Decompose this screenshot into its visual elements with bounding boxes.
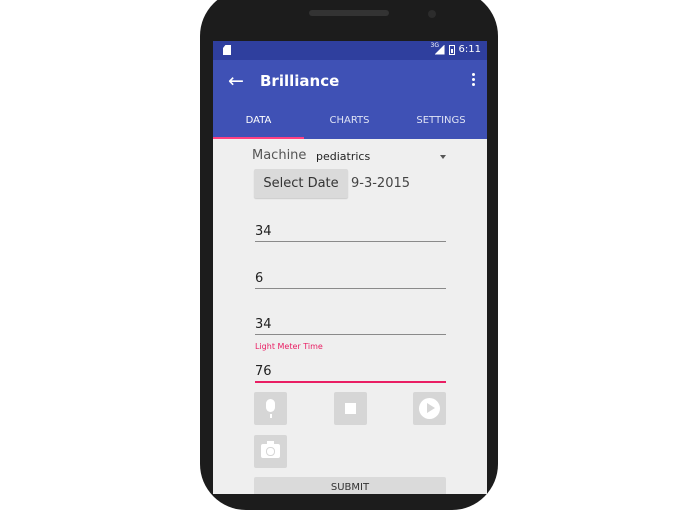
light-meter-time-hint: Light Meter Time [255, 342, 323, 351]
speaker-grille [309, 10, 389, 16]
dropdown-arrow-icon [440, 155, 446, 159]
more-vert-icon[interactable] [467, 71, 479, 91]
network-type: 3G [430, 41, 439, 49]
input-field-1-value: 34 [255, 224, 272, 239]
submit-button[interactable]: SUBMIT [254, 477, 446, 494]
input-field-2-value: 6 [255, 271, 264, 286]
select-date-button[interactable]: Select Date [254, 169, 348, 198]
input-field-3[interactable]: 34 [255, 316, 446, 335]
play-icon [419, 398, 440, 419]
input-field-3-value: 34 [255, 317, 272, 332]
status-bar: 3G 6:11 [213, 41, 487, 60]
front-camera [428, 10, 436, 18]
input-field-1[interactable]: 34 [255, 223, 446, 242]
battery-icon [448, 44, 455, 55]
light-meter-time-field[interactable]: 76 [255, 363, 446, 383]
app-bar: ← Brilliance [213, 60, 487, 103]
app-screen: 3G 6:11 ← Brilliance DATA CHARTS SETTING… [213, 41, 487, 494]
machine-dropdown[interactable]: pediatrics [316, 148, 446, 166]
stop-icon [345, 403, 356, 414]
signal-icon: 3G [431, 42, 445, 55]
machine-dropdown-value: pediatrics [316, 150, 371, 163]
microphone-icon [266, 399, 275, 412]
camera-button[interactable] [254, 435, 287, 468]
status-time: 6:11 [458, 44, 481, 55]
machine-label: Machine [252, 148, 307, 163]
stop-button[interactable] [334, 392, 367, 425]
play-button[interactable] [413, 392, 446, 425]
data-form: Machine pediatrics Select Date 9-3-2015 … [213, 139, 487, 494]
arrow-back-icon[interactable]: ← [225, 70, 247, 92]
status-indicators: 3G 6:11 [431, 42, 481, 56]
record-button[interactable] [254, 392, 287, 425]
date-value: 9-3-2015 [351, 176, 411, 191]
camera-icon [261, 441, 280, 458]
tab-charts[interactable]: CHARTS [304, 103, 395, 139]
app-title: Brilliance [260, 72, 340, 90]
light-meter-time-value: 76 [255, 364, 272, 379]
tab-data[interactable]: DATA [213, 103, 304, 139]
sd-card-icon [223, 45, 231, 55]
tab-bar: DATA CHARTS SETTINGS [213, 103, 487, 139]
tab-settings[interactable]: SETTINGS [395, 103, 487, 139]
input-field-2[interactable]: 6 [255, 270, 446, 289]
